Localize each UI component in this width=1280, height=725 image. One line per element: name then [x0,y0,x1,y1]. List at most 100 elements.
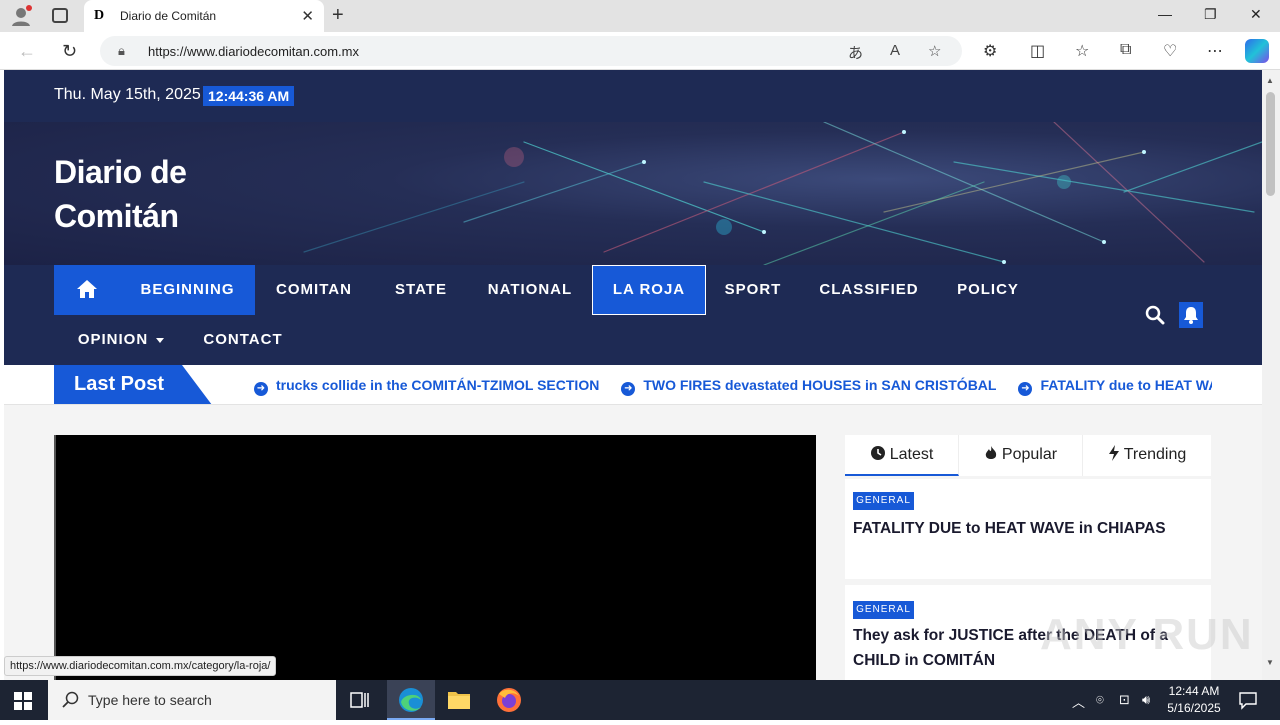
current-date: Thu. May 15th, 2025 [54,86,201,103]
minimize-button[interactable]: — [1158,6,1172,22]
more-menu-icon[interactable]: ⋯ [1207,41,1223,61]
ticker-item-text: TWO FIRES devastated HOUSES in SAN CRIST… [643,377,997,393]
new-tab-button[interactable]: + [332,4,344,27]
page-scrollbar[interactable]: ▲ ▼ [1262,70,1280,680]
ticker-item-text: FATALITY due to HEAT WAVE in CHIAPAS [1040,377,1212,393]
sidebar-post-card[interactable]: GENERAL FATALITY DUE to HEAT WAVE in CHI… [845,479,1211,579]
address-toolbar: ← ↻ 🔒︎ https://www.diariodecomitan.com.m… [0,32,1280,70]
bell-icon [1184,307,1198,324]
url-field[interactable]: 🔒︎ https://www.diariodecomitan.com.mx あ … [100,36,962,66]
windows-taskbar: Type here to search ︿ ⌾ ⊡ 🔊︎ 12:44 AM 5/… [0,680,1280,720]
ticker-item-text: trucks collide in the COMITÁN-TZIMOL SEC… [276,377,600,393]
tab-actions-icon[interactable] [52,8,68,23]
watermark: ANY RUN [1040,610,1254,659]
url-text: https://www.diariodecomitan.com.mx [148,44,359,59]
tab-latest-label: Latest [889,446,934,463]
taskbar-clock[interactable]: 12:44 AM 5/16/2025 [1158,683,1230,717]
split-screen-icon[interactable]: ◫ [1030,41,1045,61]
translate-icon[interactable]: あ [848,42,863,63]
arrow-circle-icon: ➜ [1018,382,1033,396]
ticker-track: ➜ trucks collide in the COMITÁN-TZIMOL SE… [254,365,1212,404]
category-badge[interactable]: GENERAL [853,601,914,619]
ticker-item[interactable]: ➜ FATALITY due to HEAT WAVE in CHIAPAS [1018,365,1212,404]
notifications-icon[interactable] [1238,690,1258,710]
nav-item-classified[interactable]: CLASSIFIED [805,265,933,315]
nav-item-contact[interactable]: CONTACT [190,315,296,365]
tray-overflow-icon[interactable]: ︿ [1072,692,1085,711]
taskbar-edge[interactable] [387,680,435,720]
featured-video-player[interactable] [54,435,816,680]
taskbar-file-explorer[interactable] [435,680,483,720]
notification-button[interactable] [1179,302,1203,328]
arrow-circle-icon: ➜ [621,382,636,396]
tab-latest[interactable]: Latest [845,435,959,476]
tab-popular[interactable]: Popular [959,435,1083,476]
nav-item-opinion-label: OPINION [77,331,149,348]
taskbar-search-placeholder: Type here to search [88,692,212,708]
close-tab-icon[interactable]: ✕ [301,7,314,25]
banner-network-graphic [303,122,1262,265]
site-title-line2: Comitán [54,198,179,234]
site-title-line1: Diario de [54,154,187,190]
taskbar-search-box[interactable]: Type here to search [48,680,336,720]
home-icon [77,280,97,298]
nav-item-opinion[interactable]: OPINION [62,315,180,365]
nav-item-state[interactable]: STATE [378,265,464,315]
profile-icon[interactable] [10,5,32,27]
nav-item-la-roja[interactable]: LA ROJA [592,265,706,315]
browser-essentials-icon[interactable]: ♡ [1163,41,1177,61]
read-aloud-icon[interactable]: A [890,42,900,59]
lock-icon[interactable]: 🔒︎ [118,43,125,59]
taskbar-firefox[interactable] [485,680,533,720]
nav-item-national[interactable]: NATIONAL [471,265,589,315]
extensions-icon[interactable]: ⚙ [983,41,997,61]
dropdown-caret-icon [156,337,165,343]
taskbar-date: 5/16/2025 [1167,701,1221,715]
nav-item-sport[interactable]: SPORT [708,265,798,315]
volume-icon[interactable]: 🔊︎ [1142,692,1150,708]
network-icon[interactable]: ⊡ [1119,692,1130,708]
meet-now-icon[interactable]: ⌾ [1096,692,1104,708]
scrollbar-thumb[interactable] [1266,92,1275,196]
fire-icon [985,446,997,459]
scroll-down-icon[interactable]: ▼ [1266,658,1274,667]
header-banner: Diario de Comitán [4,122,1262,265]
ticker-item[interactable]: ➜ TWO FIRES devastated HOUSES in SAN CRIS… [621,365,997,404]
nav-item-policy[interactable]: POLICY [940,265,1036,315]
back-icon[interactable]: ← [18,41,36,62]
web-page: Thu. May 15th, 2025 12:44:36 AM Diario d… [4,70,1262,680]
firefox-icon [497,688,521,712]
search-icon [62,691,79,708]
site-title[interactable]: Diario de Comitán [54,150,187,238]
restore-button[interactable]: ❐ [1204,6,1217,23]
favicon-icon: D [94,8,105,23]
home-button[interactable] [54,265,120,315]
search-icon[interactable] [1145,305,1165,325]
top-info-bar: Thu. May 15th, 2025 12:44:36 AM [4,70,1262,122]
collections-icon[interactable]: ⧉ [1120,41,1131,59]
nav-item-comitan[interactable]: COMITAN [257,265,371,315]
scroll-up-icon[interactable]: ▲ [1266,76,1274,85]
refresh-icon[interactable]: ↻ [62,41,77,62]
clock-icon [870,446,885,460]
browser-tab[interactable]: D Diario de Comitán ✕ [84,0,324,32]
ticker-item[interactable]: ➜ trucks collide in the COMITÁN-TZIMOL SE… [254,365,600,404]
task-view-icon [350,692,369,708]
favorite-star-icon[interactable]: ☆ [928,42,941,60]
status-bar-url: https://www.diariodecomitan.com.mx/categ… [4,656,277,676]
edge-icon [399,688,423,712]
arrow-circle-icon: ➜ [254,382,268,396]
windows-start-icon[interactable] [14,692,32,710]
nav-item-beginning[interactable]: BEGINNING [120,265,255,315]
post-title[interactable]: FATALITY DUE to HEAT WAVE in CHIAPAS [853,516,1193,541]
tab-popular-label: Popular [1001,446,1058,463]
current-time-badge: 12:44:36 AM [203,86,295,106]
tab-trending[interactable]: Trending [1083,435,1211,476]
copilot-icon[interactable] [1245,39,1269,63]
browser-tab-bar: D Diario de Comitán ✕ + — ❐ ✕ [0,0,1280,32]
task-view-button[interactable] [336,680,384,720]
category-badge[interactable]: GENERAL [853,492,914,510]
close-window-button[interactable]: ✕ [1250,6,1262,23]
favorites-icon[interactable]: ☆ [1075,41,1089,61]
folder-icon [448,692,470,709]
